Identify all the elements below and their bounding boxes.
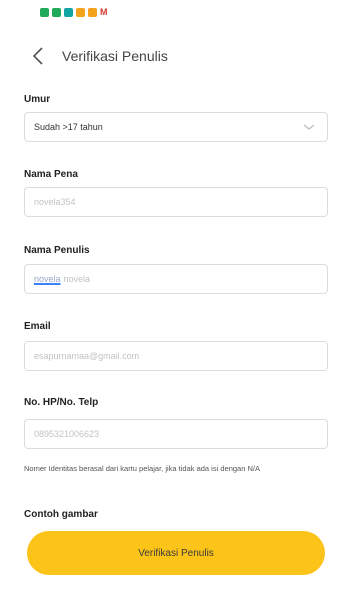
pen-name-value: novela354 — [34, 197, 76, 207]
page-title: Verifikasi Penulis — [62, 48, 168, 64]
writer-name-label: Nama Penulis — [24, 245, 90, 256]
app-header: Verifikasi Penulis — [0, 28, 343, 84]
notification-icon — [64, 7, 73, 17]
email-input[interactable]: esapurnamaa@gmail.com — [24, 341, 328, 371]
example-image-label: Contoh gambar — [24, 509, 98, 520]
pen-name-input[interactable]: novela354 — [24, 187, 328, 217]
email-value: esapurnamaa@gmail.com — [34, 351, 140, 361]
writer-name-second: novela — [63, 274, 91, 284]
notification-icon — [76, 7, 85, 17]
email-label: Email — [24, 321, 51, 332]
phone-value: 0895321006623 — [34, 429, 100, 439]
age-select-value: Sudah >17 tahun — [34, 122, 103, 132]
age-label: Umur — [24, 94, 51, 105]
pen-name-label: Nama Pena — [24, 169, 78, 180]
notification-icon — [88, 7, 97, 17]
back-button[interactable] — [20, 38, 56, 74]
phone-input[interactable]: 0895321006623 — [24, 419, 328, 449]
verify-writer-button[interactable]: Verifikasi Penulis — [27, 531, 325, 575]
chevron-left-icon — [32, 47, 43, 65]
writer-name-first: novela — [34, 274, 61, 284]
chevron-down-icon — [303, 124, 315, 130]
phone-label: No. HP/No. Telp — [24, 397, 99, 408]
gmail-icon: M — [100, 6, 108, 17]
age-select[interactable]: Sudah >17 tahun — [24, 112, 328, 142]
status-bar: M — [0, 0, 343, 24]
identity-note: Nomer Identitas berasal dari kartu pelaj… — [24, 464, 260, 473]
notification-icon — [52, 7, 61, 17]
notification-icon — [40, 7, 49, 17]
writer-name-input[interactable]: novela novela — [24, 264, 328, 294]
